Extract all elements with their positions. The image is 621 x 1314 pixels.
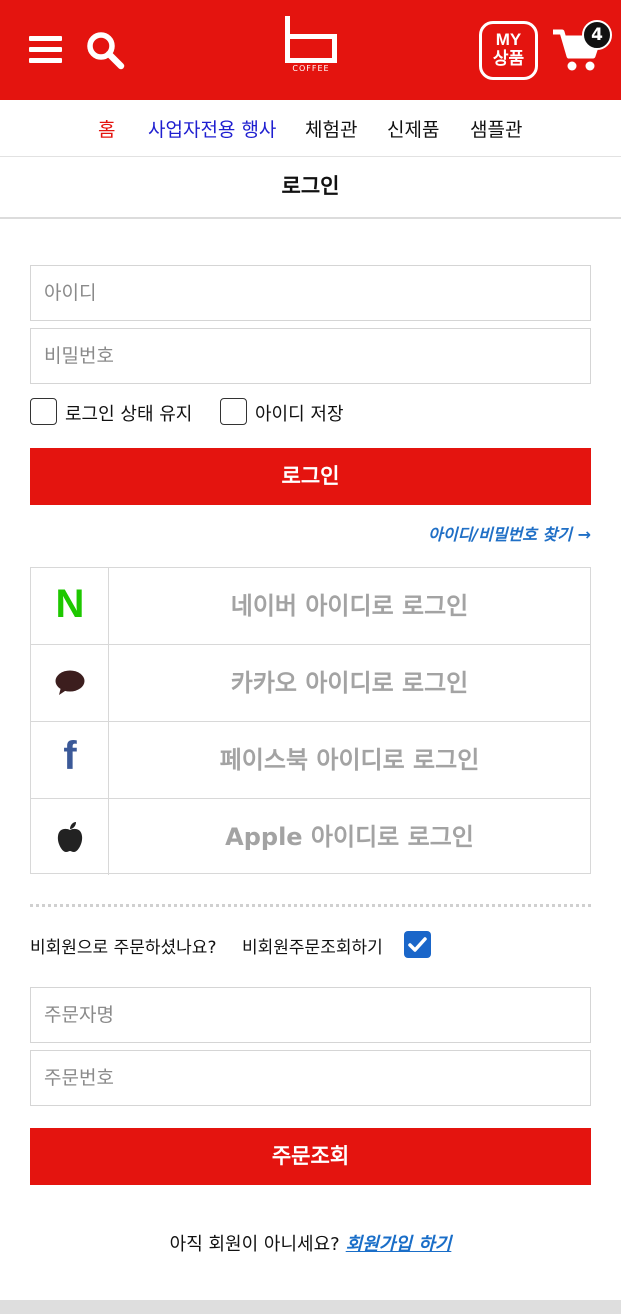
top-nav: 홈 사업자전용 행사 체험관 신제품 샘플관 xyxy=(0,100,621,157)
my-products-label-line1: MY xyxy=(495,30,522,49)
apple-login-button[interactable]: Apple 아이디로 로그인 xyxy=(31,799,590,876)
kakao-login-label: 카카오 아이디로 로그인 xyxy=(230,669,469,697)
naver-login-button[interactable]: N 네이버 아이디로 로그인 xyxy=(31,568,590,645)
search-icon[interactable] xyxy=(86,31,126,71)
hamburger-icon[interactable] xyxy=(29,36,62,64)
kakao-icon-cell xyxy=(31,645,109,721)
signup-prompt: 아직 회원이 아니세요? xyxy=(169,1234,340,1255)
guest-order-toggle-label[interactable]: 비회원주문조회하기 xyxy=(242,933,383,958)
guest-order-question: 비회원으로 주문하셨나요? xyxy=(30,938,217,958)
page-title: 로그인 xyxy=(281,174,340,198)
guest-order-checkbox[interactable] xyxy=(404,931,431,958)
save-id-checkbox-box[interactable] xyxy=(220,398,247,425)
nav-item-business-event[interactable]: 사업자전용 행사 xyxy=(148,115,276,142)
apple-login-label: Apple 아이디로 로그인 xyxy=(225,823,474,851)
save-id-checkbox[interactable]: 아이디 저장 xyxy=(220,398,355,426)
logo-text: COFFEE xyxy=(292,64,330,73)
page-title-bar: 로그인 xyxy=(0,157,621,219)
keep-login-checkbox[interactable]: 로그인 상태 유지 xyxy=(30,398,205,426)
section-divider xyxy=(30,904,591,907)
apple-icon-cell xyxy=(31,799,109,875)
social-login-list: N 네이버 아이디로 로그인 카카오 아이디로 로그인 f 페이스북 아이디로 … xyxy=(30,567,591,876)
facebook-icon: f xyxy=(63,734,77,778)
nav-item-home[interactable]: 홈 xyxy=(98,115,115,142)
order-lookup-button[interactable]: 주문조회 xyxy=(30,1128,591,1185)
facebook-icon-cell: f xyxy=(31,722,109,798)
login-button[interactable]: 로그인 xyxy=(30,448,591,505)
apple-icon xyxy=(57,822,83,852)
naver-icon: N xyxy=(55,582,85,626)
orderer-name-input[interactable] xyxy=(30,987,591,1043)
cart-count-badge: 4 xyxy=(582,20,612,50)
nav-item-new-products[interactable]: 신제품 xyxy=(387,115,439,142)
naver-icon-cell: N xyxy=(31,568,109,644)
save-id-label: 아이디 저장 xyxy=(255,404,344,425)
password-input[interactable] xyxy=(30,328,591,384)
nav-item-samples[interactable]: 샘플관 xyxy=(470,115,522,142)
keep-login-label: 로그인 상태 유지 xyxy=(65,404,193,425)
naver-login-label: 네이버 아이디로 로그인 xyxy=(230,592,469,620)
signup-row: 아직 회원이 아니세요? 회원가입 하기 xyxy=(0,1230,621,1256)
my-products-label-line2: 상품 xyxy=(492,49,525,69)
kakao-icon xyxy=(55,670,85,695)
facebook-login-label: 페이스북 아이디로 로그인 xyxy=(219,746,480,774)
signup-link[interactable]: 회원가입 하기 xyxy=(346,1234,452,1255)
checkmark-icon xyxy=(408,937,427,952)
kakao-login-button[interactable]: 카카오 아이디로 로그인 xyxy=(31,645,590,722)
id-input[interactable] xyxy=(30,265,591,321)
find-id-password-link[interactable]: 아이디/비밀번호 찾기 → xyxy=(428,521,591,545)
facebook-login-button[interactable]: f 페이스북 아이디로 로그인 xyxy=(31,722,590,799)
nav-item-experience[interactable]: 체험관 xyxy=(305,115,357,142)
order-number-input[interactable] xyxy=(30,1050,591,1106)
app-header: COFFEE MY 상품 4 xyxy=(0,0,621,100)
keep-login-checkbox-box[interactable] xyxy=(30,398,57,425)
my-products-button[interactable]: MY 상품 xyxy=(479,21,538,80)
footer-bar xyxy=(0,1300,621,1314)
